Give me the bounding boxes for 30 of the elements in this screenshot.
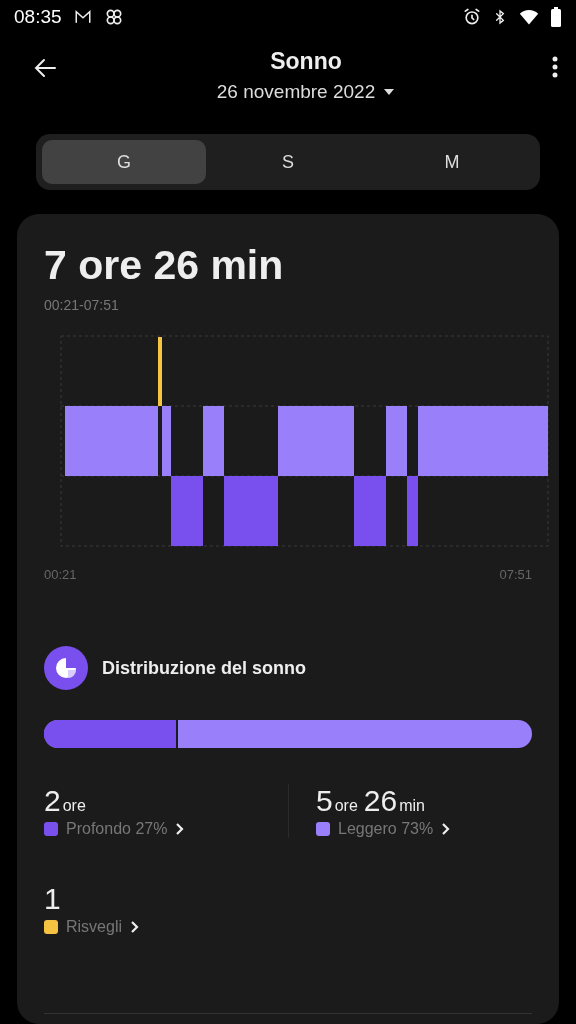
stat-unit: ore — [62, 797, 86, 815]
stat-value: 26 — [363, 784, 398, 818]
sleep-range: 00:21-07:51 — [44, 297, 120, 313]
period-tab[interactable]: S — [206, 140, 370, 184]
status-time: 08:35 — [14, 6, 62, 28]
stat-value: 2 — [44, 784, 61, 818]
axis-label: 07:51 — [499, 567, 532, 582]
stat-link[interactable]: Profondo 27% — [44, 820, 288, 838]
battery-icon — [550, 7, 562, 27]
period-tab[interactable]: G — [42, 140, 206, 184]
chevron-right-icon — [130, 920, 140, 934]
stat-unit: ore — [334, 797, 358, 815]
section-title: Distribuzione del sonno — [102, 657, 306, 679]
wifi-icon — [518, 7, 540, 27]
caret-icon — [383, 88, 396, 96]
chevron-right-icon — [441, 822, 452, 836]
period-tab[interactable]: M — [370, 140, 534, 184]
axis-label: 00:21 — [44, 567, 77, 582]
stat-value: 1 — [44, 882, 61, 916]
stat-value: 5 — [316, 784, 333, 818]
alarm-icon — [462, 7, 482, 27]
date-dropdown[interactable]: 26 novembre 2022 — [216, 81, 396, 103]
page-title: Sonno — [270, 48, 342, 75]
stat-link[interactable]: Risvegli — [44, 918, 532, 936]
sleep-duration: 7 ore 26 min — [44, 242, 285, 289]
stat-unit: min — [399, 797, 425, 815]
stat-link[interactable]: Leggero 73% — [316, 820, 532, 838]
more-icon — [552, 56, 558, 78]
chevron-right-icon — [175, 822, 186, 836]
pie-chart-icon — [44, 646, 88, 690]
